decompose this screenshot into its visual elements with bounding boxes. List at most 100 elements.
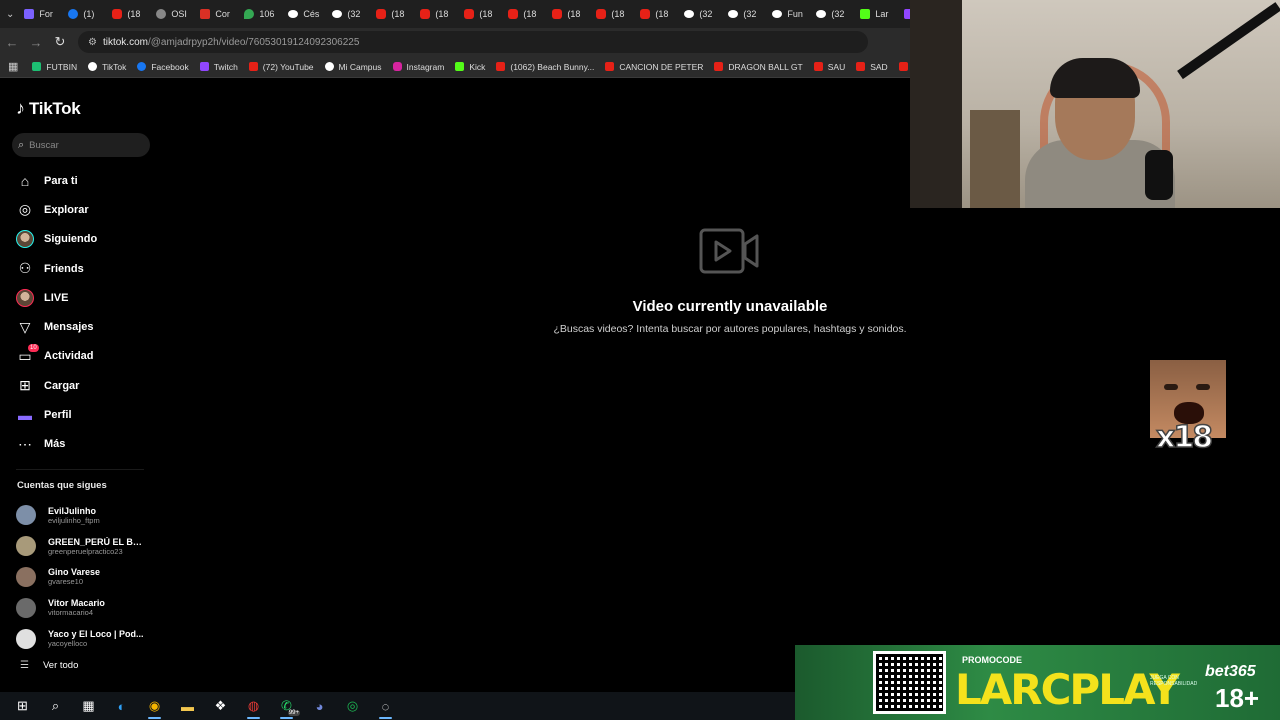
instagram-icon	[392, 62, 402, 71]
bookmark-label: FUTBIN	[46, 61, 78, 72]
nav-item-explorar[interactable]: ◎ Explorar	[0, 195, 160, 224]
site-info-icon[interactable]: ⚙	[88, 37, 97, 48]
obs-icon[interactable]: ◌	[369, 692, 402, 720]
bookmark-label: (1062) Beach Bunny...	[510, 61, 595, 72]
bookmark-item[interactable]: SAD	[856, 62, 888, 72]
nav-item-para-ti[interactable]: ⌂ Para ti	[0, 166, 160, 195]
apps-grid-icon[interactable]: ▦	[8, 60, 18, 73]
browser-tab[interactable]: Lar	[850, 0, 894, 28]
tab-label: (32	[831, 9, 845, 19]
nav-item-siguiendo[interactable]: Siguiendo	[0, 225, 160, 254]
bookmark-item[interactable]: FUTBIN	[32, 62, 77, 72]
browser-tab[interactable]: (18	[630, 0, 674, 28]
maps-icon	[244, 9, 255, 19]
bookmarks-list: FUTBIN TikTok Facebook Twitch (72) YouTube Mi…	[32, 62, 910, 72]
forward-arrow-icon[interactable]: →	[24, 35, 48, 50]
youtube-icon	[376, 9, 387, 19]
avatar-icon	[16, 230, 34, 249]
youtube-icon	[605, 62, 615, 71]
browser-tab[interactable]: For	[14, 0, 58, 28]
following-list: EvilJulinho eviljulinho_ftpm GREEN_PERÚ EL…	[16, 500, 156, 654]
sidebar-divider	[16, 469, 144, 470]
account-username: greenperuelpractico23	[48, 546, 123, 556]
nav-item-mensajes[interactable]: ▽ Mensajes	[0, 312, 160, 341]
url-input[interactable]: ⚙ tiktok.com /@amjadrpyp2h/video/7605301…	[78, 31, 868, 53]
browser-tab[interactable]: Cés	[278, 0, 322, 28]
tiktok-logo[interactable]: ♪ TikTok	[16, 98, 81, 119]
followed-account[interactable]: Yaco y El Loco | Pod... yacoyelloco	[16, 623, 156, 654]
bookmark-item[interactable]: (72) YouTube	[248, 61, 314, 72]
browser-tab[interactable]: (32	[674, 0, 718, 28]
browser-tab[interactable]: (18	[498, 0, 542, 28]
followed-account[interactable]: Gino Varese gvarese10	[16, 562, 156, 593]
file-explorer-icon[interactable]: ▬	[171, 692, 204, 720]
osi-icon	[156, 9, 167, 19]
chrome-icon[interactable]: ◉	[138, 692, 171, 720]
back-arrow-icon[interactable]: ←	[0, 35, 24, 50]
browser-tab[interactable]: (18	[586, 0, 630, 28]
discord-icon[interactable]: ◕	[303, 692, 336, 720]
bookmark-label: (72) YouTube	[262, 61, 314, 72]
url-path: /@amjadrpyp2h/video/7605301912409230622​…	[147, 36, 360, 48]
bookmark-item[interactable]: Kick	[455, 62, 485, 72]
nav-item-live[interactable]: LIVE	[0, 283, 160, 312]
nav-item-perfil[interactable]: ▬ Perfil	[0, 400, 160, 429]
bookmark-item[interactable]: CANCION DE PETER	[605, 62, 703, 72]
browser-tab[interactable]: (18	[366, 0, 410, 28]
whatsapp-icon[interactable]: ✆ 99+	[270, 692, 303, 720]
youtube-icon	[552, 9, 563, 19]
browser-tab[interactable]: (32	[718, 0, 762, 28]
followed-account[interactable]: Vitor Macario vitormacario4	[16, 592, 156, 623]
browser-tab[interactable]: (18	[102, 0, 146, 28]
followed-account[interactable]: EvilJulinho eviljulinho_ftpm	[16, 500, 156, 531]
youtube-icon	[464, 9, 475, 19]
search-icon[interactable]: ⌕	[39, 692, 72, 720]
app-icon[interactable]: ❖	[204, 692, 237, 720]
browser-tab[interactable]: Fun	[762, 0, 806, 28]
windows-start-icon[interactable]: ⊞	[6, 692, 39, 720]
tiktok-icon	[772, 10, 783, 18]
account-username: vitormacario4	[48, 608, 94, 618]
browser-tab[interactable]: (18	[542, 0, 586, 28]
bookmark-label: Kick	[469, 61, 486, 72]
bookmark-item[interactable]: SAU	[813, 62, 845, 72]
search-input[interactable]: ⌕ Buscar	[12, 133, 150, 157]
nav-item-friends[interactable]: ⚇ Friends	[0, 254, 160, 283]
bookmark-item[interactable]: DRAGON BALL GT	[714, 62, 803, 72]
emote-multiplier: x18	[1155, 419, 1214, 456]
promo-legal: JUEGA CON RESPONSABILIDAD	[1150, 675, 1198, 687]
bookmark-item[interactable]: (1062) Beach Bunny...	[496, 62, 594, 72]
browser-tab[interactable]: (32	[322, 0, 366, 28]
friends-icon: ⚇	[18, 260, 32, 277]
spotify-icon[interactable]: ◎	[336, 692, 369, 720]
bookmark-item[interactable]: Twitch	[199, 62, 238, 72]
store-icon[interactable]: ▦	[72, 692, 105, 720]
browser-tab[interactable]: OSI	[146, 0, 190, 28]
see-all-button[interactable]: ☰ Ver todo	[20, 660, 78, 671]
followed-account[interactable]: GREEN_PERÚ EL BO... greenperuelpractico23	[16, 531, 156, 562]
nav-label: Perfil	[44, 409, 72, 422]
nav-item-actividad[interactable]: ▭ 10 Actividad	[0, 342, 160, 371]
avatar	[16, 566, 36, 587]
avatar	[16, 536, 36, 557]
tab-label: (18	[127, 9, 141, 19]
tab-search-icon[interactable]: ⌄	[6, 9, 14, 20]
reload-icon[interactable]: ↻	[48, 34, 72, 50]
browser-tab[interactable]: (32	[806, 0, 850, 28]
browser-tab[interactable]: (1)	[58, 0, 102, 28]
nav-item-cargar[interactable]: ⊞ Cargar	[0, 371, 160, 400]
bookmark-item[interactable]: Instagram	[392, 62, 444, 72]
bookmark-item[interactable]: Facebook	[137, 62, 189, 72]
browser-tab[interactable]: Cor	[190, 0, 234, 28]
recording-icon[interactable]: ◍	[237, 692, 270, 720]
browser-tab[interactable]: 106	[234, 0, 278, 28]
tiktok-icon	[324, 62, 334, 71]
edge-icon[interactable]: ◐	[105, 692, 138, 720]
browser-tab[interactable]: (18	[454, 0, 498, 28]
bookmark-item[interactable]: Mi Campus	[324, 62, 382, 72]
browser-tab[interactable]: (1)	[894, 0, 910, 28]
bookmark-item[interactable]: TikTok	[88, 62, 126, 72]
browser-tab[interactable]: (18	[410, 0, 454, 28]
nav-item-m-s[interactable]: ⋯ Más	[0, 430, 160, 459]
bookmark-item[interactable]: (463) James	[898, 62, 910, 72]
